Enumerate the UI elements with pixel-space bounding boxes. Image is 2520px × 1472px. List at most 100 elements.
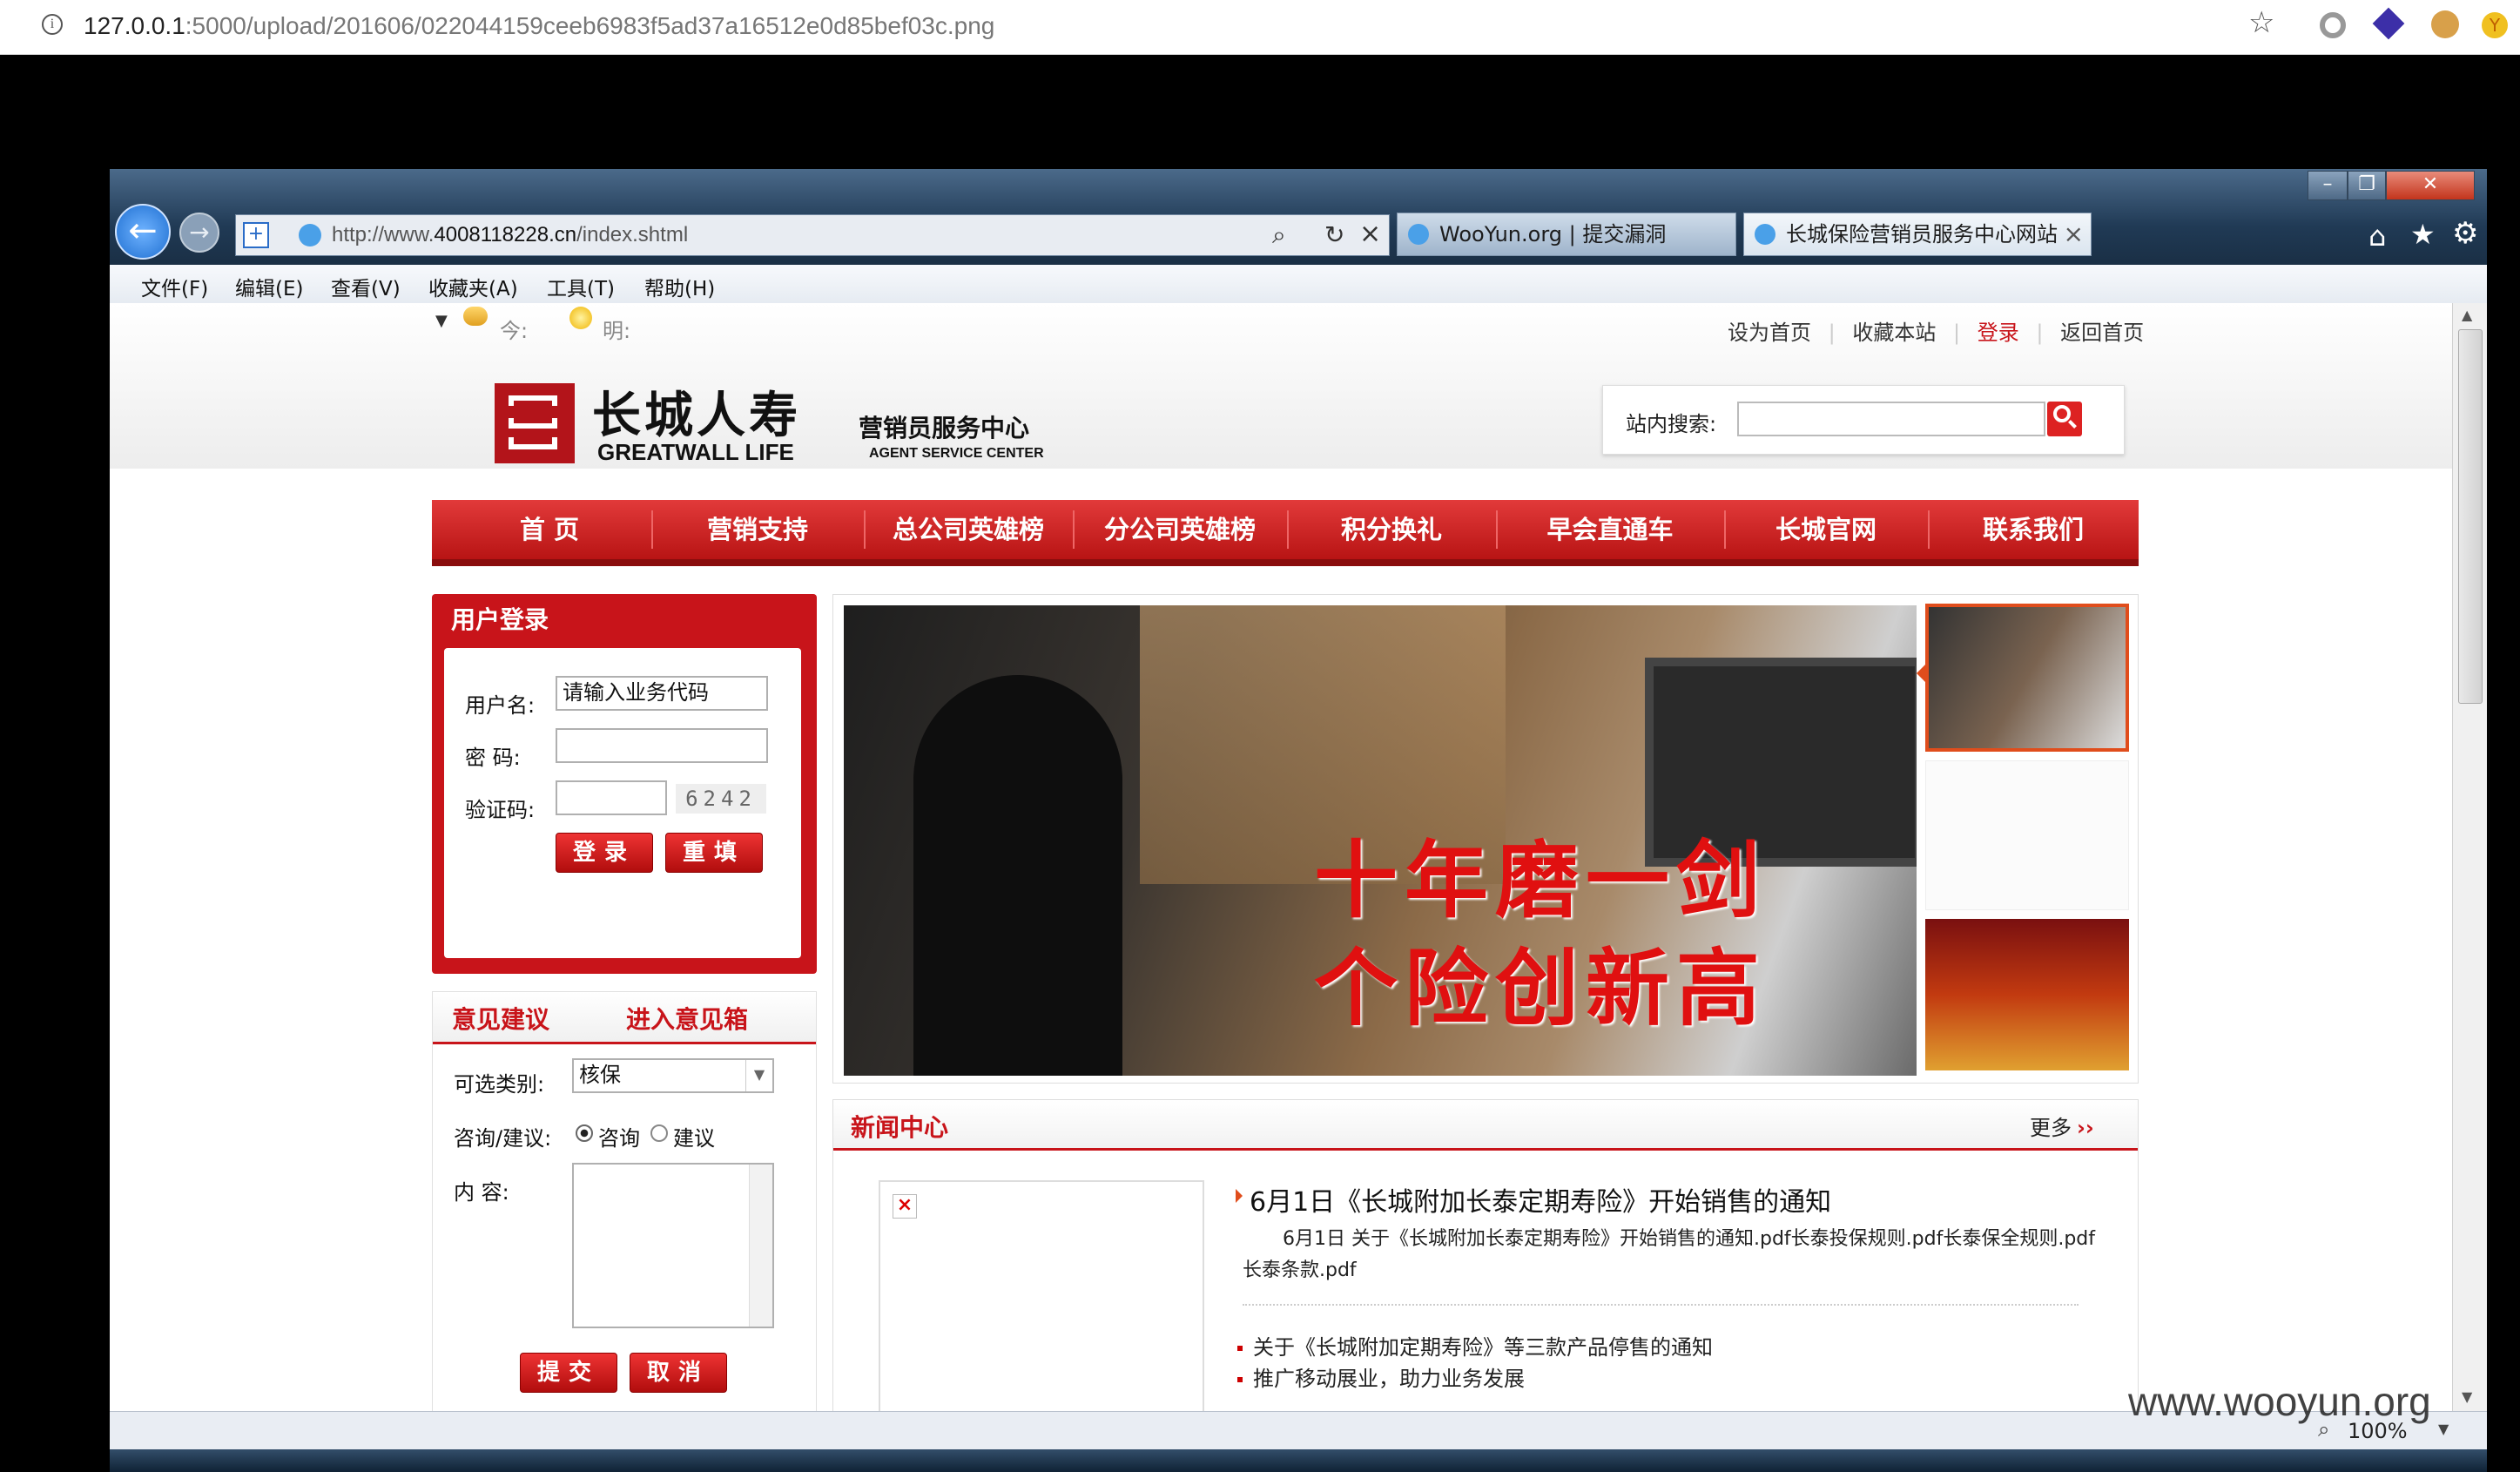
restore-button[interactable]: ❐ xyxy=(2348,171,2386,200)
nav-marketing-support[interactable]: 营销支持 xyxy=(651,500,864,559)
link-divider: | xyxy=(1953,321,1961,345)
page-scrollbar[interactable]: ▲ ▼ xyxy=(2452,303,2487,1411)
weather-dropdown-icon[interactable]: ▼ xyxy=(435,312,448,330)
radio-consult[interactable] xyxy=(576,1124,593,1142)
banner-thumb-1[interactable] xyxy=(1925,604,2129,752)
tab-wooyun[interactable]: WooYun.org | 提交漏洞 xyxy=(1397,213,1736,256)
link-bookmark[interactable]: 收藏本站 xyxy=(1852,321,1936,345)
category-select[interactable]: 核保 ▼ xyxy=(572,1058,774,1093)
login-form: 用户名: 请输入业务代码 密 码: 验证码: 6242 登录 重填 xyxy=(444,648,801,958)
compat-shield-icon[interactable]: + xyxy=(243,222,269,248)
news-item[interactable]: 推广移动展业，助力业务发展 xyxy=(1237,1361,1525,1392)
cloudy-sun-icon xyxy=(463,307,488,326)
menu-edit[interactable]: 编辑(E) xyxy=(235,272,303,301)
menu-tools[interactable]: 工具(T) xyxy=(547,272,615,301)
refresh-icon[interactable]: ↻ xyxy=(1324,220,1344,249)
news-item[interactable]: 关于《长城附加定期寿险》等三款产品停售的通知 xyxy=(1237,1330,1713,1361)
logo-text-en: GREATWALL LIFE xyxy=(597,439,794,465)
close-window-button[interactable]: ✕ xyxy=(2386,171,2475,200)
home-icon[interactable]: ⌂ xyxy=(2368,219,2386,253)
link-divider: | xyxy=(2036,321,2044,345)
extension-y-icon[interactable]: Y xyxy=(2482,12,2508,38)
nav-contact[interactable]: 联系我们 xyxy=(1928,500,2139,559)
feedback-title: 意见建议 xyxy=(452,1005,550,1034)
nav-hq-heroes[interactable]: 总公司英雄榜 xyxy=(864,500,1073,559)
search-label: 站内搜索: xyxy=(1626,412,1717,436)
nav-branch-heroes[interactable]: 分公司英雄榜 xyxy=(1073,500,1287,559)
chrome-url-text[interactable]: 127.0.0.1:5000/upload/201606/022044159ce… xyxy=(84,9,994,44)
ie-page-icon xyxy=(299,224,321,246)
page-viewport: ▼ 今: 明: 设为首页 | 收藏本站 | 登录 | 返回首页 长城人寿 GRE… xyxy=(110,303,2452,1411)
zoom-chevron-down-icon[interactable]: ▼ xyxy=(2438,1421,2449,1437)
nav-points-gifts[interactable]: 积分换礼 xyxy=(1287,500,1496,559)
menu-file[interactable]: 文件(F) xyxy=(141,272,208,301)
ie-titlebar: ← → + http://www.4008118228.cn/index.sht… xyxy=(110,169,2487,265)
headline-arrow-icon xyxy=(1236,1189,1243,1203)
ie-menubar: 文件(F) 编辑(E) 查看(V) 收藏夹(A) 工具(T) 帮助(H) xyxy=(110,265,2487,304)
stop-icon[interactable]: × xyxy=(1359,219,1381,249)
news-image-placeholder: × xyxy=(879,1180,1204,1411)
nav-morning-meeting[interactable]: 早会直通车 xyxy=(1496,500,1724,559)
extension-diamond-icon[interactable] xyxy=(2372,7,2405,40)
minimize-button[interactable]: – xyxy=(2308,171,2348,200)
menu-view[interactable]: 查看(V) xyxy=(331,272,401,301)
nav-home[interactable]: 首 页 xyxy=(432,500,667,559)
weather-tomorrow: 明: xyxy=(603,319,631,343)
news-panel: 新闻中心 更多 ›› × 6月1日《长城附加长泰定期寿险》开始销售的通知 6月1日… xyxy=(832,1099,2139,1411)
top-links: 设为首页 | 收藏本站 | 登录 | 返回首页 xyxy=(1728,315,2144,346)
radio-suggest[interactable] xyxy=(650,1124,668,1142)
username-input[interactable]: 请输入业务代码 xyxy=(556,676,768,711)
forward-button[interactable]: → xyxy=(179,213,219,253)
login-button[interactable]: 登录 xyxy=(556,833,653,873)
scroll-up-icon[interactable]: ▲ xyxy=(2462,307,2472,323)
banner-thumb-2[interactable] xyxy=(1925,760,2129,910)
info-icon[interactable]: i xyxy=(42,14,63,35)
back-arrow-icon: ← xyxy=(128,211,158,251)
broken-image-icon: × xyxy=(893,1194,917,1219)
search-input[interactable] xyxy=(1737,402,2045,436)
ie-address-box[interactable]: + http://www.4008118228.cn/index.shtml ⌕… xyxy=(235,214,1390,256)
banner-slogan-2: 个险创新高 xyxy=(1314,939,1767,1037)
scroll-thumb[interactable] xyxy=(2458,329,2483,704)
forward-arrow-icon: → xyxy=(189,218,210,246)
scroll-down-icon[interactable]: ▼ xyxy=(2462,1388,2472,1405)
link-back-home[interactable]: 返回首页 xyxy=(2060,321,2144,345)
ie-address-text[interactable]: http://www.4008118228.cn/index.shtml xyxy=(332,223,688,247)
logo[interactable]: 长城人寿 GREATWALL LIFE 营销员服务中心 AGENT SERVIC… xyxy=(495,383,1174,470)
back-button[interactable]: ← xyxy=(115,204,171,260)
banner-thumb-3[interactable] xyxy=(1925,919,2129,1070)
logo-text-cn: 长城人寿 xyxy=(592,387,801,444)
submit-button[interactable]: 提交 xyxy=(520,1353,617,1393)
textarea-scrollbar[interactable] xyxy=(749,1165,772,1327)
menu-favorites[interactable]: 收藏夹(A) xyxy=(428,272,518,301)
nav-official-site[interactable]: 长城官网 xyxy=(1724,500,1928,559)
content-textarea[interactable] xyxy=(572,1163,774,1328)
sun-icon xyxy=(569,307,592,329)
gear-icon[interactable]: ⚙ xyxy=(2452,216,2478,251)
banner-frame: 十年磨一剑 个险创新高 xyxy=(832,594,2139,1084)
news-headline[interactable]: 6月1日《长城附加长泰定期寿险》开始销售的通知 xyxy=(1250,1180,1831,1219)
password-input[interactable] xyxy=(556,728,768,763)
extension-cookie-icon[interactable] xyxy=(2431,10,2459,38)
search-icon xyxy=(2053,405,2071,422)
banner-image[interactable]: 十年磨一剑 个险创新高 xyxy=(844,605,1917,1076)
address-search-icon[interactable]: ⌕ xyxy=(1272,220,1286,250)
content-label: 内 容: xyxy=(454,1180,509,1205)
link-set-home[interactable]: 设为首页 xyxy=(1728,321,1811,345)
captcha-input[interactable] xyxy=(556,780,667,815)
banner-thumb-arrow-icon xyxy=(1917,665,1925,682)
radio-consult-label: 咨询 xyxy=(598,1126,640,1151)
extension-circle-icon[interactable] xyxy=(2320,12,2346,38)
news-more-link[interactable]: 更多 ›› xyxy=(2030,1111,2094,1141)
cancel-button[interactable]: 取消 xyxy=(630,1353,727,1393)
tab-greatwall[interactable]: 长城保险营销员服务中心网站 × xyxy=(1743,213,2092,256)
menu-help[interactable]: 帮助(H) xyxy=(644,272,715,301)
favorites-star-icon[interactable]: ★ xyxy=(2410,218,2436,251)
tab-close-icon[interactable]: × xyxy=(2064,213,2084,255)
bookmark-star-icon[interactable]: ☆ xyxy=(2248,5,2274,40)
link-login[interactable]: 登录 xyxy=(1978,321,2019,345)
feedback-box-link[interactable]: 进入意见箱 xyxy=(626,1001,748,1036)
search-button[interactable] xyxy=(2047,402,2082,436)
captcha-image[interactable]: 6242 xyxy=(676,784,766,814)
reset-button[interactable]: 重填 xyxy=(665,833,763,873)
